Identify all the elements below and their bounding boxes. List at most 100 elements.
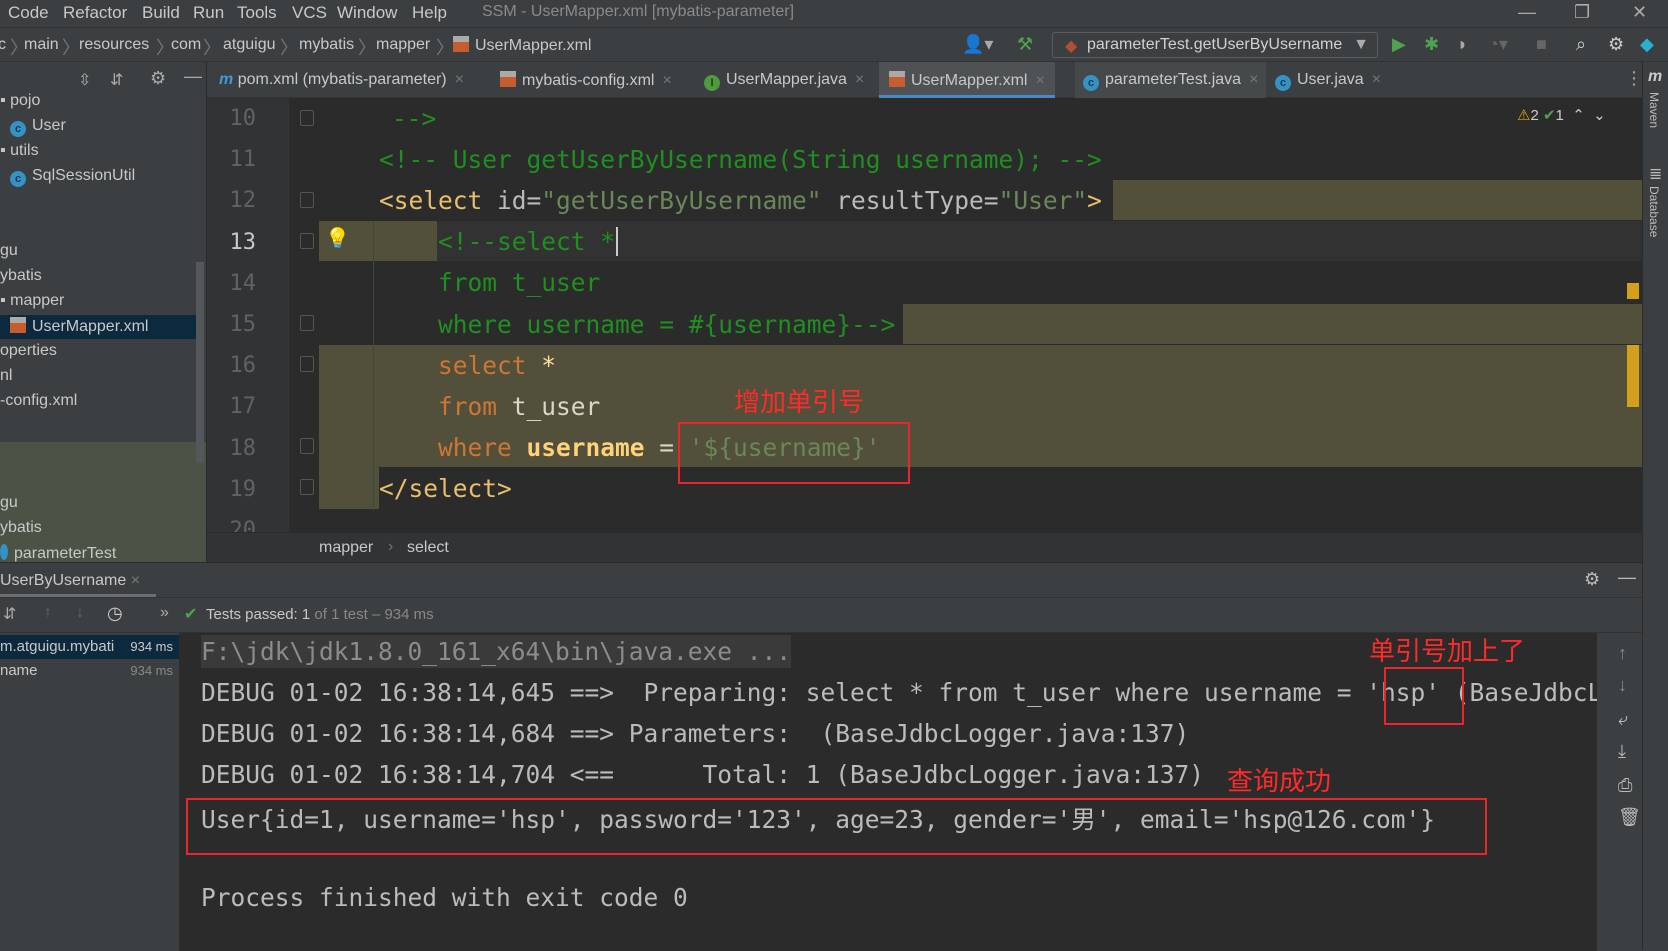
close-tab-icon[interactable]: × — [1249, 71, 1258, 88]
menu-tools[interactable]: Tools — [237, 3, 277, 23]
restore-icon[interactable]: ❐ — [1574, 2, 1590, 23]
tree-item[interactable]: gu — [0, 242, 18, 260]
breadcrumb-item[interactable]: main — [24, 36, 59, 54]
breadcrumb-item-current[interactable]: UserMapper.xml — [453, 36, 591, 55]
stop-icon[interactable]: ■ — [1536, 34, 1547, 55]
tree-item-mapper[interactable]: ▪ mapper — [0, 292, 64, 310]
close-tab-icon[interactable]: × — [855, 71, 864, 88]
breadcrumb-item[interactable]: com — [171, 36, 201, 54]
breadcrumb-mapper[interactable]: mapper — [319, 539, 373, 557]
hide-icon[interactable]: — — [184, 66, 202, 87]
arrow-down-icon[interactable]: ↓ — [76, 604, 84, 622]
tab-user-java[interactable]: c User.java × — [1275, 62, 1381, 98]
hide-icon[interactable]: — — [1618, 567, 1636, 588]
close-tab-icon[interactable]: × — [1372, 71, 1381, 88]
menu-build[interactable]: Build — [142, 3, 180, 23]
fold-icon[interactable] — [300, 315, 314, 331]
maven-tool-button[interactable]: Maven — [1647, 92, 1661, 128]
fold-icon[interactable] — [300, 479, 314, 495]
tree-item-user[interactable]: c User — [10, 117, 66, 137]
arrow-down-icon[interactable]: ↓ — [1618, 675, 1627, 696]
interface-icon: I — [704, 75, 720, 91]
coverage-icon[interactable]: ◗ — [1457, 34, 1468, 55]
tree-item-pojo[interactable]: ▪ pojo — [0, 92, 40, 110]
soft-wrap-icon[interactable]: ⤶ — [1618, 709, 1628, 730]
class-icon: c — [10, 171, 26, 187]
fold-icon[interactable] — [300, 192, 314, 208]
user-icon[interactable]: 👤▾ — [962, 34, 993, 55]
more-icon[interactable]: » — [160, 604, 169, 622]
tree-item-usermapper-xml[interactable]: UserMapper.xml — [0, 315, 196, 339]
expand-all-icon[interactable]: ⇳ — [78, 70, 91, 90]
tree-item[interactable]: ybatis — [0, 267, 42, 285]
code-editor[interactable]: 10 11 12 13 14 15 16 17 18 19 20 💡 --> <!-- User g… — [207, 98, 1642, 532]
menu-run[interactable]: Run — [193, 3, 224, 23]
tree-item-utils[interactable]: ▪ utils — [0, 142, 39, 160]
tree-item[interactable]: gu — [0, 494, 18, 512]
trash-icon[interactable]: 🗑 — [1618, 807, 1641, 828]
search-icon[interactable]: ⌕ — [1576, 34, 1586, 55]
run-icon[interactable]: ▶ — [1392, 34, 1406, 55]
menu-vcs[interactable]: VCS — [292, 3, 327, 23]
history-icon[interactable]: ◷ — [107, 603, 123, 624]
gear-icon[interactable]: ⚙ — [1584, 569, 1600, 590]
arrow-up-icon[interactable]: ↑ — [1618, 643, 1627, 664]
fold-icon[interactable] — [300, 356, 314, 372]
profile-icon[interactable]: ◔▾ — [1488, 34, 1508, 55]
debug-icon[interactable]: ✱ — [1424, 34, 1439, 55]
fold-icon[interactable] — [300, 438, 314, 454]
tree-item[interactable]: nl — [0, 367, 12, 385]
close-tab-icon[interactable]: × — [131, 572, 140, 589]
test-row-selected[interactable]: m.atguigu.mybati 934 ms — [0, 635, 179, 659]
console-output[interactable]: F:\jdk\jdk1.8.0_161_x64\bin\java.exe ...… — [179, 633, 1597, 951]
minimize-icon[interactable]: — — [1518, 2, 1536, 23]
code-line-15: where username = #{username}--> — [438, 310, 896, 339]
tree-item[interactable]: -config.xml — [0, 392, 77, 410]
tab-mybatis-config-xml[interactable]: mybatis-config.xml × — [500, 62, 672, 98]
collapse-all-icon[interactable]: ⇵ — [110, 70, 123, 90]
menu-code[interactable]: Code — [8, 3, 49, 23]
tab-pom-xml[interactable]: m pom.xml (mybatis-parameter) × — [219, 62, 464, 98]
tree-item[interactable]: operties — [0, 342, 57, 360]
gear-icon[interactable]: ⚙ — [150, 68, 166, 89]
line-number: 12 — [229, 188, 257, 214]
print-icon[interactable]: ⎙ — [1618, 775, 1632, 796]
database-tool-button[interactable]: Database — [1647, 186, 1661, 237]
close-icon[interactable]: ✕ — [1632, 2, 1647, 23]
breadcrumb-select[interactable]: select — [407, 539, 449, 557]
build-hammer-icon[interactable]: ⚒ — [1017, 34, 1033, 55]
close-tab-icon[interactable]: × — [1035, 72, 1044, 89]
breadcrumb-item[interactable]: mapper — [376, 36, 430, 54]
toolbox-icon[interactable]: ◆ — [1640, 34, 1654, 55]
more-tabs-icon[interactable]: ⋮ — [1625, 68, 1643, 89]
run-configuration-select[interactable]: ◆ parameterTest.getUserByUsername ▼ — [1052, 32, 1378, 58]
breadcrumb-item[interactable]: mybatis — [299, 36, 354, 54]
tab-parametertest-java[interactable]: c parameterTest.java × — [1075, 62, 1267, 98]
run-tab[interactable]: UserByUsername × — [0, 563, 156, 597]
tab-usermapper-xml[interactable]: UserMapper.xml × — [879, 62, 1055, 98]
scrollbar[interactable] — [196, 262, 204, 462]
chevron-right-icon: 〉 — [280, 38, 298, 58]
gear-icon[interactable]: ⚙ — [1608, 34, 1624, 55]
tab-usermapper-java[interactable]: I UserMapper.java × — [704, 62, 864, 98]
close-tab-icon[interactable]: × — [455, 71, 464, 88]
tree-item-parametertest[interactable]: parameterTest — [0, 544, 116, 563]
breadcrumb-item[interactable]: atguigu — [223, 36, 276, 54]
fold-icon[interactable] — [300, 233, 314, 249]
menu-help[interactable]: Help — [412, 3, 447, 23]
breadcrumb-item[interactable]: resources — [79, 36, 149, 54]
scroll-to-end-icon[interactable]: ⤓ — [1618, 741, 1626, 762]
inspection-widget[interactable]: ⚠2 ✔1 ⌃ ⌄ — [1517, 106, 1606, 124]
menu-window[interactable]: Window — [337, 3, 397, 23]
test-row[interactable]: name 934 ms — [0, 659, 179, 683]
arrow-up-icon[interactable]: ↑ — [44, 604, 52, 622]
code-line-11: <!-- User getUserByUsername(String usern… — [379, 145, 1102, 174]
menu-refactor[interactable]: Refactor — [63, 3, 127, 23]
breadcrumb-item[interactable]: c — [0, 36, 6, 54]
collapse-icon[interactable]: ⇵ — [3, 604, 16, 624]
close-tab-icon[interactable]: × — [662, 72, 671, 89]
lightbulb-icon[interactable]: 💡 — [325, 226, 350, 251]
fold-icon[interactable] — [300, 110, 314, 126]
tree-item-sqlsessionutil[interactable]: c SqlSessionUtil — [10, 167, 135, 187]
tree-item[interactable]: ybatis — [0, 519, 42, 537]
